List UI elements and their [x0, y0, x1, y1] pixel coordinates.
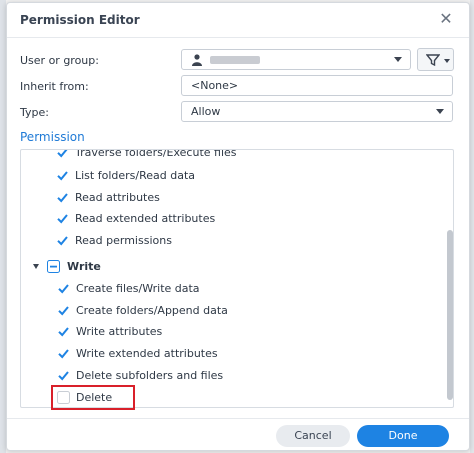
- permission-item-label: Read attributes: [75, 190, 160, 204]
- permission-tree: Traverse folders/Execute files List folde…: [20, 149, 454, 408]
- checkmark-icon[interactable]: [57, 369, 70, 382]
- type-select[interactable]: Allow: [181, 101, 453, 122]
- permission-item-label: Delete subfolders and files: [76, 368, 224, 382]
- permission-item-label: Create files/Write data: [76, 282, 200, 295]
- permission-item-label: List folders/Read data: [75, 169, 196, 182]
- dialog-title: Permission Editor: [20, 13, 140, 27]
- checkmark-icon[interactable]: [56, 212, 69, 225]
- permission-editor-dialog: Permission Editor ✕ User or group: Inher…: [6, 2, 470, 451]
- type-label: Type:: [20, 106, 49, 119]
- checkmark-icon[interactable]: [57, 304, 70, 317]
- filter-icon: [426, 54, 440, 66]
- checkmark-icon[interactable]: [56, 234, 69, 247]
- inherit-from-field: <None>: [181, 75, 453, 96]
- chevron-down-icon: [436, 109, 444, 114]
- permission-item-label: Write attributes: [76, 325, 163, 339]
- permission-item-label: Read permissions: [75, 234, 172, 248]
- permission-item-label: Write extended attributes: [76, 347, 218, 361]
- delete-highlight-box: [51, 385, 135, 410]
- permission-item-label: Traverse folders/Execute files: [75, 149, 237, 159]
- checkmark-icon[interactable]: [57, 325, 70, 338]
- checkmark-icon[interactable]: [57, 282, 70, 295]
- checkmark-icon[interactable]: [56, 169, 69, 182]
- footer-divider: [7, 418, 469, 419]
- cancel-button[interactable]: Cancel: [276, 425, 350, 447]
- chevron-down-icon: [394, 57, 402, 62]
- scrollbar-thumb[interactable]: [447, 230, 453, 400]
- permission-item-label: Create folders/Append data: [76, 303, 228, 317]
- user-icon: [192, 54, 202, 66]
- partial-check-icon[interactable]: [47, 260, 60, 273]
- permission-section-title: Permission: [20, 130, 85, 144]
- inherit-from-value: <None>: [191, 79, 239, 92]
- close-icon[interactable]: ✕: [438, 11, 454, 27]
- expand-arrow-icon[interactable]: [33, 264, 39, 269]
- user-or-group-label: User or group:: [20, 54, 99, 67]
- checkmark-icon[interactable]: [56, 191, 69, 204]
- done-button[interactable]: Done: [357, 425, 449, 447]
- background-panel-right: [470, 0, 474, 453]
- checkmark-icon[interactable]: [56, 149, 69, 159]
- title-divider: [7, 37, 469, 38]
- permission-item-label: Read extended attributes: [75, 212, 216, 226]
- user-or-group-select[interactable]: [181, 49, 411, 70]
- inherit-from-label: Inherit from:: [20, 80, 89, 93]
- chevron-down-icon: [444, 59, 450, 63]
- checkmark-icon[interactable]: [57, 347, 70, 360]
- permission-group-label: Write: [67, 260, 101, 273]
- type-value: Allow: [191, 105, 221, 118]
- redacted-user-name: [210, 56, 260, 64]
- filter-button[interactable]: [417, 48, 454, 71]
